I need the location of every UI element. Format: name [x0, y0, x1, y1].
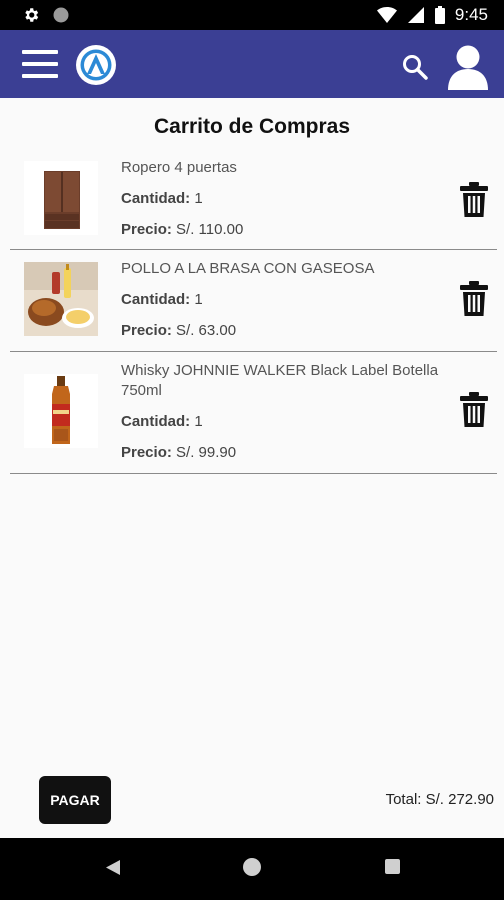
- price-value: S/. 99.90: [176, 444, 237, 461]
- roast-chicken-image: [24, 262, 98, 336]
- item-quantity: Cantidad: 1: [121, 413, 203, 430]
- settings-gear-icon: [25, 8, 39, 22]
- price-label: Precio:: [121, 221, 172, 238]
- cart-item: Whisky JOHNNIE WALKER Black Label Botell…: [10, 354, 497, 474]
- delete-trash-icon[interactable]: [459, 182, 489, 218]
- recent-apps-square-icon[interactable]: [385, 859, 400, 874]
- user-profile-icon[interactable]: [446, 44, 490, 90]
- item-quantity: Cantidad: 1: [121, 291, 203, 308]
- search-icon[interactable]: [402, 54, 428, 80]
- item-quantity: Cantidad: 1: [121, 190, 203, 207]
- system-navigation-bar: [0, 838, 504, 900]
- delete-trash-icon[interactable]: [459, 392, 489, 428]
- price-value: S/. 110.00: [176, 221, 244, 238]
- item-name: POLLO A LA BRASA CON GASEOSA: [121, 260, 375, 277]
- item-price: Precio: S/. 110.00: [121, 221, 243, 238]
- page-title: Carrito de Compras: [153, 115, 351, 138]
- quantity-value: 1: [194, 190, 203, 207]
- status-time: 9:45: [454, 5, 488, 24]
- status-bar: 9:45: [0, 0, 504, 30]
- menu-hamburger-icon[interactable]: [22, 48, 58, 80]
- wifi-icon: [376, 7, 397, 23]
- circle-notification-icon: [53, 7, 69, 23]
- battery-icon: [434, 6, 445, 24]
- price-label: Precio:: [121, 444, 172, 461]
- item-name: Whisky JOHNNIE WALKER Black Label Botell…: [121, 362, 439, 399]
- back-triangle-icon[interactable]: [105, 859, 121, 876]
- item-price: Precio: S/. 99.90: [121, 444, 236, 461]
- item-name: Ropero 4 puertas: [121, 159, 237, 176]
- quantity-value: 1: [194, 413, 203, 430]
- price-label: Precio:: [121, 322, 172, 339]
- cart-total: Total: S/. 272.90: [385, 791, 494, 808]
- cart-item: POLLO A LA BRASA CON GASEOSA Cantidad: 1…: [10, 252, 497, 352]
- quantity-label: Cantidad:: [121, 413, 191, 430]
- cart-item: Ropero 4 puertas Cantidad: 1 Precio: S/.…: [10, 153, 497, 250]
- delete-trash-icon[interactable]: [459, 281, 489, 317]
- home-circle-icon[interactable]: [243, 858, 261, 876]
- quantity-value: 1: [194, 291, 203, 308]
- price-value: S/. 63.00: [176, 322, 237, 339]
- app-logo: [76, 45, 116, 85]
- quantity-label: Cantidad:: [121, 190, 191, 207]
- whisky-bottle-image: [24, 374, 98, 448]
- cell-signal-icon: [407, 7, 424, 23]
- item-price: Precio: S/. 63.00: [121, 322, 236, 339]
- quantity-label: Cantidad:: [121, 291, 191, 308]
- wardrobe-image: [24, 161, 98, 235]
- app-bar: [0, 30, 504, 98]
- pay-button[interactable]: PAGAR: [39, 776, 111, 824]
- cart-screen: Carrito de Compras Ropero 4 puertas Cant…: [0, 98, 504, 838]
